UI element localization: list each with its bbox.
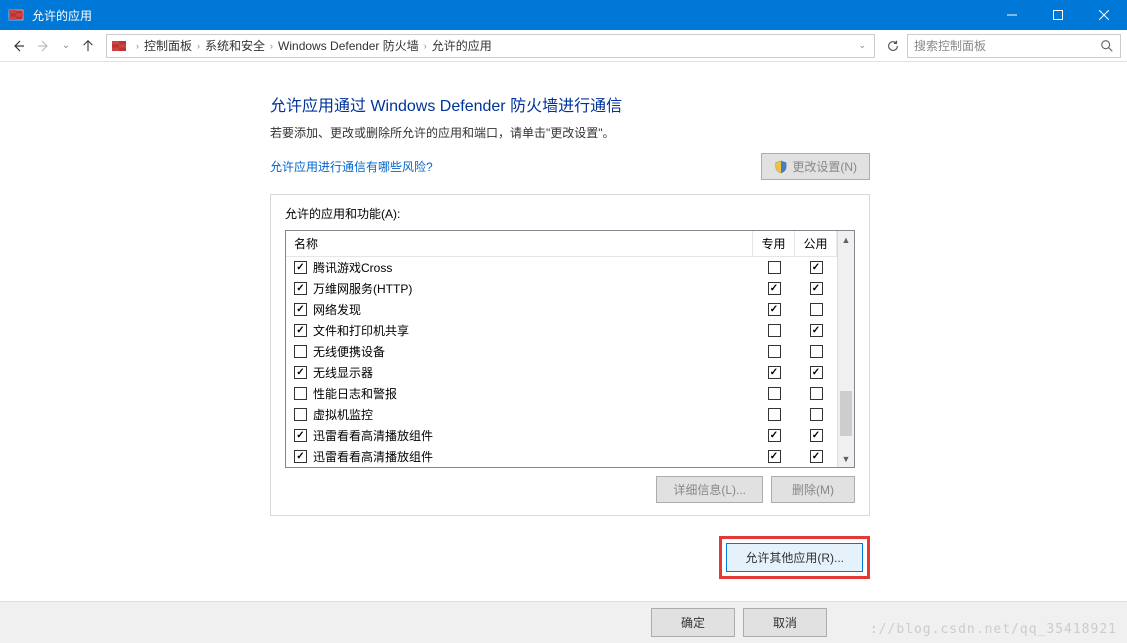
app-name: 迅雷看看高清播放组件: [313, 427, 433, 444]
firewall-icon: [111, 38, 127, 54]
private-checkbox[interactable]: [768, 303, 781, 316]
breadcrumb-item[interactable]: Windows Defender 防火墙: [278, 37, 419, 54]
private-checkbox[interactable]: [768, 429, 781, 442]
enable-checkbox[interactable]: [294, 261, 307, 274]
back-button[interactable]: [6, 34, 30, 58]
search-input[interactable]: 搜索控制面板: [907, 34, 1121, 58]
enable-checkbox[interactable]: [294, 387, 307, 400]
scrollbar[interactable]: ▲ ▼: [837, 231, 854, 467]
enable-checkbox[interactable]: [294, 324, 307, 337]
highlight-annotation: 允许其他应用(R)...: [719, 536, 870, 579]
private-checkbox[interactable]: [768, 450, 781, 463]
list-item[interactable]: 万维网服务(HTTP): [286, 278, 837, 299]
breadcrumb[interactable]: › 控制面板 › 系统和安全 › Windows Defender 防火墙 › …: [106, 34, 875, 58]
private-checkbox[interactable]: [768, 387, 781, 400]
risk-link[interactable]: 允许应用进行通信有哪些风险?: [270, 158, 433, 175]
scroll-down-button[interactable]: ▼: [838, 450, 854, 467]
remove-button: 删除(M): [771, 476, 855, 503]
list-item[interactable]: 网络发现: [286, 299, 837, 320]
list-item[interactable]: 性能日志和警报: [286, 383, 837, 404]
firewall-icon: [8, 7, 24, 23]
group-title: 允许的应用和功能(A):: [285, 205, 855, 222]
public-checkbox[interactable]: [810, 282, 823, 295]
allow-other-app-button[interactable]: 允许其他应用(R)...: [726, 543, 863, 572]
navbar: ⌄ › 控制面板 › 系统和安全 › Windows Defender 防火墙 …: [0, 30, 1127, 62]
app-name: 腾讯游戏Cross: [313, 259, 392, 276]
ok-button[interactable]: 确定: [651, 608, 735, 637]
public-checkbox[interactable]: [810, 345, 823, 358]
refresh-button[interactable]: [881, 39, 905, 53]
window-title: 允许的应用: [32, 7, 989, 24]
scroll-thumb[interactable]: [840, 391, 852, 436]
apps-listbox[interactable]: 名称 专用 公用 腾讯游戏Cross 万维网服务(HTTP) 网络发现: [285, 230, 855, 468]
details-button: 详细信息(L)...: [656, 476, 763, 503]
breadcrumb-item[interactable]: 系统和安全: [205, 37, 265, 54]
list-item[interactable]: 虚拟机监控: [286, 404, 837, 425]
col-private-header[interactable]: 专用: [753, 231, 795, 256]
public-checkbox[interactable]: [810, 387, 823, 400]
scroll-up-button[interactable]: ▲: [838, 231, 854, 248]
app-name: 无线便携设备: [313, 343, 385, 360]
private-checkbox[interactable]: [768, 408, 781, 421]
content-area: 允许应用通过 Windows Defender 防火墙进行通信 若要添加、更改或…: [0, 62, 1127, 601]
page-description: 若要添加、更改或删除所允许的应用和端口，请单击"更改设置"。: [270, 124, 870, 141]
up-button[interactable]: [76, 34, 100, 58]
list-item[interactable]: 无线便携设备: [286, 341, 837, 362]
private-checkbox[interactable]: [768, 345, 781, 358]
public-checkbox[interactable]: [810, 261, 823, 274]
col-public-header[interactable]: 公用: [795, 231, 837, 256]
breadcrumb-item[interactable]: 控制面板: [144, 37, 192, 54]
titlebar: 允许的应用: [0, 0, 1127, 30]
col-name-header[interactable]: 名称: [286, 231, 753, 256]
breadcrumb-item[interactable]: 允许的应用: [432, 37, 492, 54]
app-name: 万维网服务(HTTP): [313, 280, 412, 297]
list-item[interactable]: 文件和打印机共享: [286, 320, 837, 341]
public-checkbox[interactable]: [810, 324, 823, 337]
public-checkbox[interactable]: [810, 429, 823, 442]
forward-button[interactable]: [32, 34, 56, 58]
change-settings-button: 更改设置(N): [761, 153, 870, 180]
private-checkbox[interactable]: [768, 366, 781, 379]
list-item[interactable]: 迅雷看看高清播放组件: [286, 446, 837, 467]
list-item[interactable]: 迅雷看看高清播放组件: [286, 425, 837, 446]
private-checkbox[interactable]: [768, 282, 781, 295]
watermark: ://blog.csdn.net/qq_35418921: [870, 622, 1117, 637]
public-checkbox[interactable]: [810, 303, 823, 316]
allowed-apps-group: 允许的应用和功能(A): 名称 专用 公用 腾讯游戏Cross 万维网服务(HT…: [270, 194, 870, 516]
minimize-button[interactable]: [989, 0, 1035, 30]
app-name: 无线显示器: [313, 364, 373, 381]
public-checkbox[interactable]: [810, 450, 823, 463]
public-checkbox[interactable]: [810, 408, 823, 421]
history-dropdown[interactable]: ⌄: [58, 40, 74, 51]
app-name: 网络发现: [313, 301, 361, 318]
shield-icon: [774, 160, 788, 174]
app-name: 迅雷看看高清播放组件: [313, 448, 433, 465]
list-item[interactable]: 腾讯游戏Cross: [286, 257, 837, 278]
enable-checkbox[interactable]: [294, 429, 307, 442]
enable-checkbox[interactable]: [294, 408, 307, 421]
search-icon: [1100, 39, 1114, 53]
list-item[interactable]: 无线显示器: [286, 362, 837, 383]
cancel-button[interactable]: 取消: [743, 608, 827, 637]
enable-checkbox[interactable]: [294, 450, 307, 463]
maximize-button[interactable]: [1035, 0, 1081, 30]
private-checkbox[interactable]: [768, 261, 781, 274]
enable-checkbox[interactable]: [294, 345, 307, 358]
app-name: 虚拟机监控: [313, 406, 373, 423]
app-name: 文件和打印机共享: [313, 322, 409, 339]
enable-checkbox[interactable]: [294, 282, 307, 295]
enable-checkbox[interactable]: [294, 303, 307, 316]
app-name: 性能日志和警报: [313, 385, 397, 402]
close-button[interactable]: [1081, 0, 1127, 30]
page-title: 允许应用通过 Windows Defender 防火墙进行通信: [270, 92, 870, 116]
enable-checkbox[interactable]: [294, 366, 307, 379]
private-checkbox[interactable]: [768, 324, 781, 337]
public-checkbox[interactable]: [810, 366, 823, 379]
list-header: 名称 专用 公用: [286, 231, 837, 257]
